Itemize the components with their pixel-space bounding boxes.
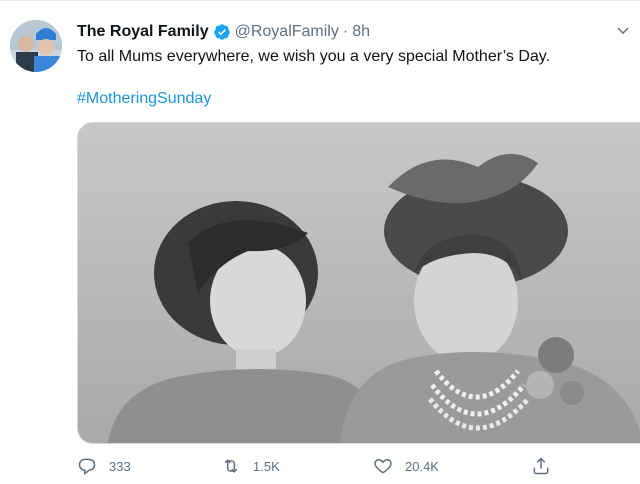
share-button[interactable]: [531, 452, 563, 480]
separator-dot: ·: [342, 23, 349, 40]
hashtag-link[interactable]: #MotheringSunday: [77, 88, 211, 110]
chevron-down-icon[interactable]: [614, 22, 632, 40]
author-handle[interactable]: @RoyalFamily: [235, 23, 339, 41]
retweet-button[interactable]: 1.5K: [221, 452, 280, 480]
avatar-image: [10, 20, 62, 72]
tweet-header: The Royal Family @RoyalFamily · 8h: [77, 20, 617, 44]
photo-image: [78, 123, 640, 443]
like-count: 20.4K: [405, 458, 439, 474]
reply-count: 333: [109, 458, 131, 474]
retweet-count: 1.5K: [253, 458, 280, 474]
verified-badge-icon: [213, 23, 231, 41]
reply-icon: [78, 458, 96, 476]
tweet-text: To all Mums everywhere, we wish you a ve…: [77, 48, 551, 65]
top-divider: [0, 0, 640, 1]
retweet-icon: [224, 459, 238, 473]
avatar[interactable]: [10, 20, 62, 72]
tweet-actions: 333 1.5K 20.4K: [77, 452, 557, 480]
author-name[interactable]: The Royal Family: [77, 23, 209, 41]
tweet-photo[interactable]: [77, 122, 640, 444]
heart-icon: [374, 458, 392, 474]
like-button[interactable]: 20.4K: [373, 452, 439, 480]
share-icon: [533, 457, 549, 475]
tweet-timestamp[interactable]: 8h: [352, 23, 370, 41]
reply-button[interactable]: 333: [77, 452, 131, 480]
